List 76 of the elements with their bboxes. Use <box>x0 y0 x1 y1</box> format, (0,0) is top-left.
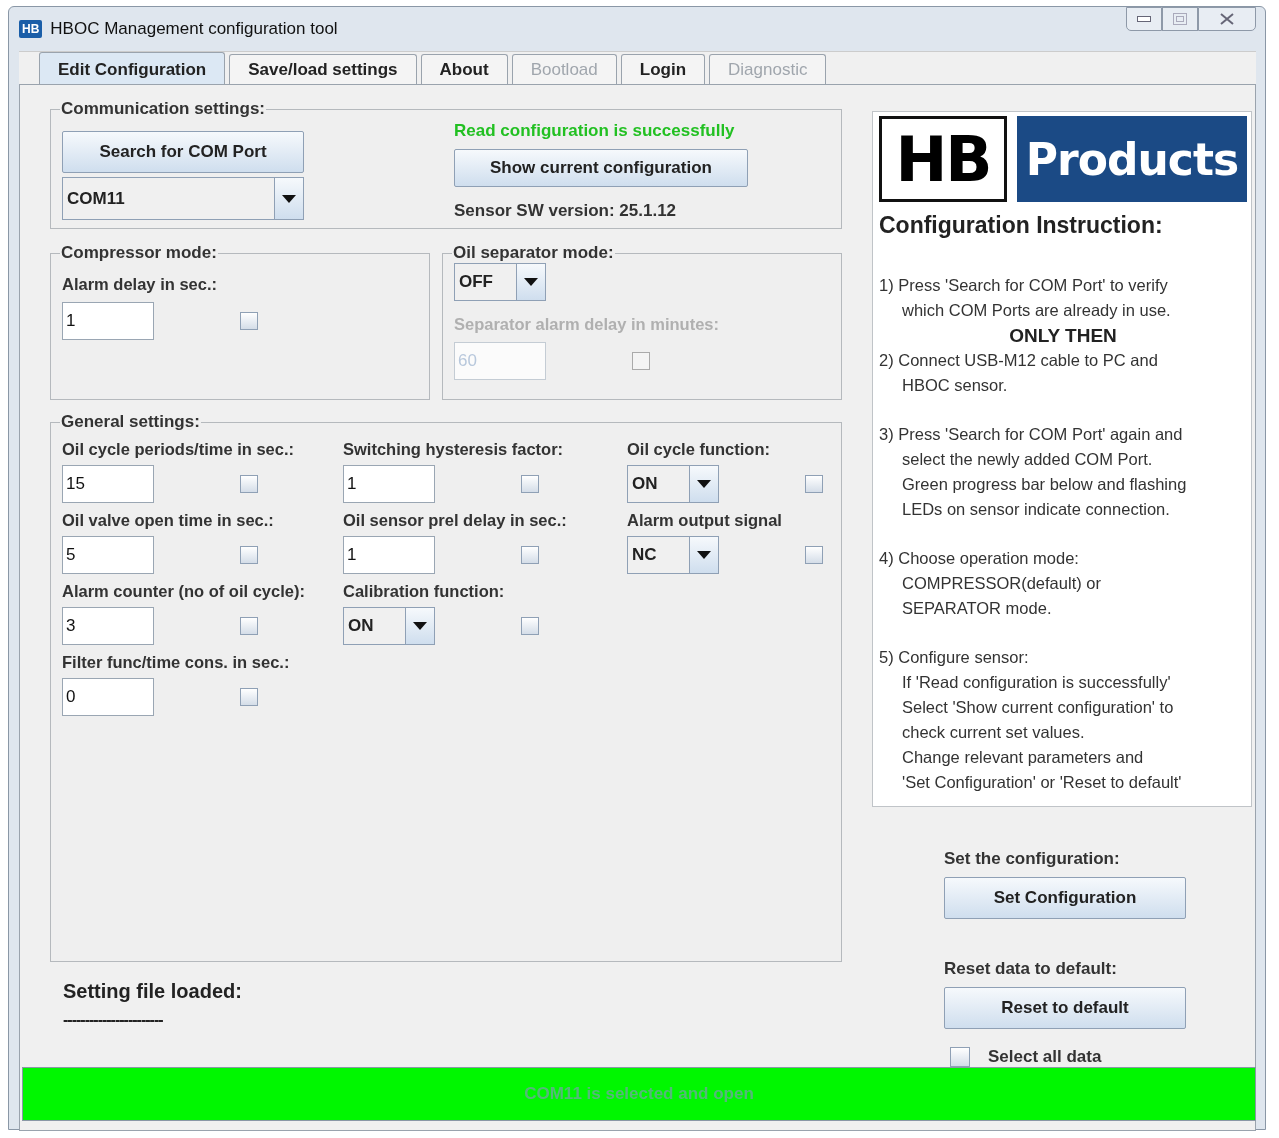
checkbox[interactable] <box>805 475 823 493</box>
checkbox[interactable] <box>805 546 823 564</box>
checkbox[interactable] <box>240 475 258 493</box>
field-label: Oil cycle periods/time in sec.: <box>62 440 295 459</box>
instruction-step: 4) Choose operation mode: COMPRESSOR(default) or SEPARATOR mode. <box>879 546 1247 621</box>
instruction-note: ONLY THEN <box>1008 324 1118 348</box>
group-title: General settings: <box>60 412 201 432</box>
tab[interactable]: About <box>420 54 508 84</box>
caret-icon <box>524 278 538 286</box>
input-field[interactable]: 1 <box>62 302 154 340</box>
field-label: Switching hysteresis factor: <box>343 440 565 459</box>
group-title: Communication settings: <box>60 99 266 119</box>
field-label: Oil sensor prel delay in sec.: <box>343 511 568 530</box>
version-label: Sensor SW version: 25.1.12 <box>454 201 678 221</box>
app-icon: HB <box>19 20 43 38</box>
logo-banner: Products <box>1017 116 1247 202</box>
field-label: Alarm counter (no of oil cycle): <box>62 582 306 601</box>
field-label: Oil valve open time in sec.: <box>62 511 275 530</box>
setting-file-value: ----------------------- <box>63 1011 164 1029</box>
reset-button[interactable]: Reset to default <box>944 987 1186 1029</box>
section-label: Reset data to default: <box>944 959 1118 979</box>
dropdown[interactable]: OFF <box>454 263 546 301</box>
tab[interactable]: Login <box>620 54 706 84</box>
input-field[interactable]: 3 <box>62 607 154 645</box>
instruction-step: 3) Press 'Search for COM Port' again and select the newly added COM Port. Green progress bar below and flashing LEDs on sensor indicate connection. <box>879 422 1247 522</box>
window-title: HBOC Management configuration tool <box>50 19 339 39</box>
input-field[interactable]: 5 <box>62 536 154 574</box>
checkbox[interactable] <box>521 617 539 635</box>
group-title: Compressor mode: <box>60 243 218 263</box>
field-label: Oil cycle function: <box>627 440 772 459</box>
instruction-title: Configuration Instruction: <box>879 212 1164 239</box>
checkbox-label: Select all data <box>988 1047 1102 1067</box>
dropdown[interactable]: ON <box>343 607 435 645</box>
input-field[interactable]: 0 <box>62 678 154 716</box>
maximize-button[interactable] <box>1162 7 1198 31</box>
field-label: Alarm output signal <box>627 511 783 530</box>
field-label: Alarm delay in sec.: <box>62 275 218 294</box>
minimize-icon <box>1137 16 1151 22</box>
caret-icon <box>413 622 427 630</box>
instruction-step: 1) Press 'Search for COM Port' to verify which COM Ports are already in use. <box>879 273 1247 323</box>
dropdown[interactable]: COM11 <box>62 177 304 220</box>
instruction-step: 5) Configure sensor: If 'Read configuration is successfully' Select 'Show current configuration' to check current set values. Change relevant parameters and 'Set Configuration' or 'Reset to default' <box>879 645 1247 795</box>
checkbox[interactable] <box>950 1047 970 1067</box>
dropdown[interactable]: NC <box>627 536 719 574</box>
field-label: Calibration function: <box>343 582 506 601</box>
checkbox[interactable] <box>240 312 258 330</box>
caret-icon <box>697 480 711 488</box>
tab[interactable]: Edit Configuration <box>39 52 226 84</box>
section-label: Set the configuration: <box>944 849 1121 869</box>
minimize-button[interactable] <box>1126 7 1162 31</box>
input-field[interactable]: 1 <box>343 536 435 574</box>
tab[interactable]: Save/load settings <box>229 54 417 84</box>
instruction-step: 2) Connect USB-M12 cable to PC and HBOC sensor. <box>879 348 1247 398</box>
checkbox[interactable] <box>521 546 539 564</box>
search-button[interactable]: Search for COM Port <box>62 131 304 173</box>
group-title: Oil separator mode: <box>452 243 615 263</box>
checkbox[interactable] <box>240 617 258 635</box>
checkbox[interactable] <box>240 688 258 706</box>
set-config-button[interactable]: Set Configuration <box>944 877 1186 919</box>
field-label: Filter func/time cons. in sec.: <box>62 653 291 672</box>
checkbox[interactable] <box>240 546 258 564</box>
close-icon <box>1220 13 1234 25</box>
dropdown[interactable]: ON <box>627 465 719 503</box>
logo-mark: HB <box>879 116 1007 202</box>
setting-file-label: Setting file loaded: <box>63 980 243 1003</box>
close-button[interactable] <box>1198 7 1256 31</box>
maximize-icon <box>1173 13 1187 25</box>
show-config-button[interactable]: Show current configuration <box>454 149 748 187</box>
status-message: Read configuration is successfully <box>454 121 736 141</box>
input-field[interactable]: 1 <box>343 465 435 503</box>
checkbox[interactable] <box>521 475 539 493</box>
field-label: Separator alarm delay in minutes: <box>454 315 720 334</box>
caret-icon <box>697 551 711 559</box>
input-field[interactable]: 15 <box>62 465 154 503</box>
status-text: COM11 is selected and open <box>523 1083 755 1105</box>
caret-icon <box>282 194 296 203</box>
